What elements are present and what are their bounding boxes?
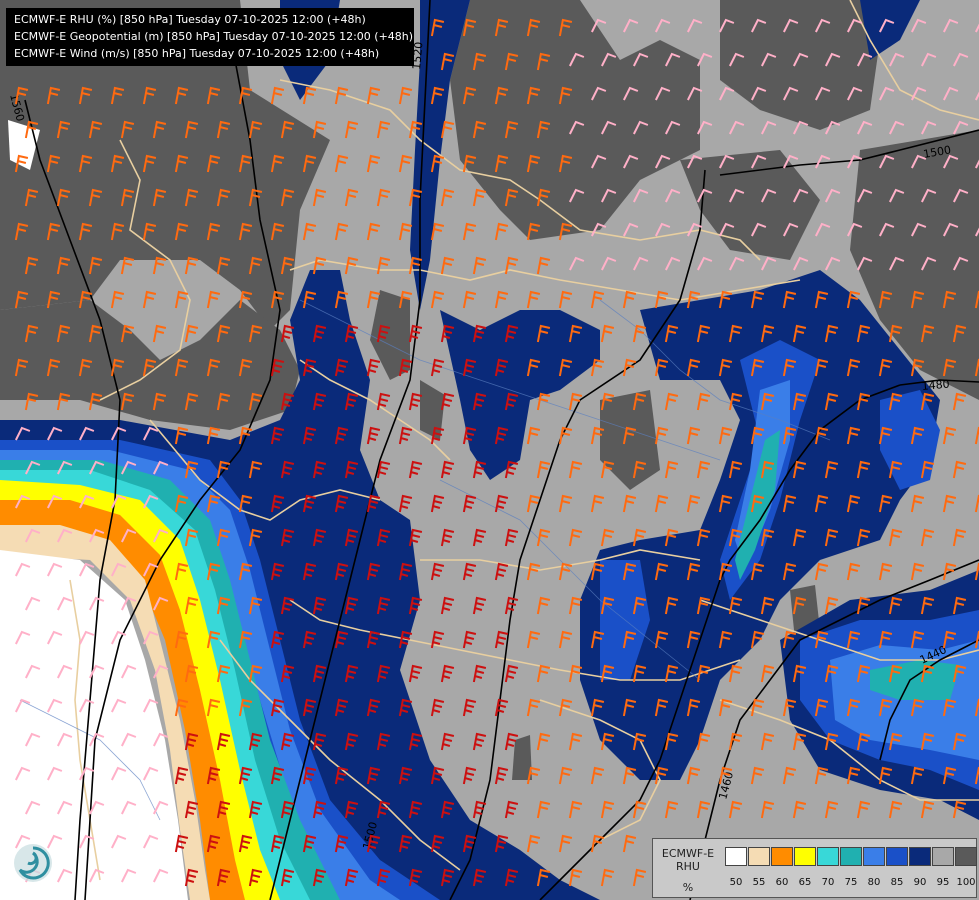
legend-swatch <box>932 847 954 866</box>
rhu-legend: ECMWF-E RHU % 50 55 60 65 70 75 80 85 90 95 100 <box>652 838 977 898</box>
legend-tick-label: 100 <box>956 877 976 888</box>
legend-swatch <box>748 847 770 866</box>
legend-tick-label: 65 <box>798 877 812 888</box>
legend-swatch <box>725 847 747 866</box>
legend-tick-label: 50 <box>729 877 743 888</box>
legend-title: ECMWF-E RHU <box>655 847 721 873</box>
legend-tick-label: 55 <box>752 877 766 888</box>
logo-icon <box>12 842 54 884</box>
legend-tick-label: 80 <box>867 877 881 888</box>
title-line-rhu: ECMWF-E RHU (%) [850 hPa] Tuesday 07-10-… <box>14 13 366 26</box>
weather-map: 1560 1520 1500 1480 1440 1460 1500 <box>0 0 979 900</box>
map-title-box: ECMWF-E RHU (%) [850 hPa] Tuesday 07-10-… <box>6 8 414 66</box>
legend-swatch <box>794 847 816 866</box>
legend-swatches <box>725 847 978 866</box>
legend-swatch <box>886 847 908 866</box>
legend-tick-label: 90 <box>913 877 927 888</box>
legend-tick-label: 95 <box>936 877 950 888</box>
legend-swatch <box>863 847 885 866</box>
title-line-geopotential: ECMWF-E Geopotential (m) [850 hPa] Tuesd… <box>14 30 414 43</box>
legend-ticks: 50 55 60 65 70 75 80 85 90 95 100 <box>725 877 976 891</box>
legend-swatch <box>817 847 839 866</box>
legend-tick-label: 85 <box>890 877 904 888</box>
title-line-wind: ECMWF-E Wind (m/s) [850 hPa] Tuesday 07-… <box>14 47 380 60</box>
legend-swatch <box>840 847 862 866</box>
legend-variable: RHU <box>676 860 700 873</box>
legend-swatch <box>771 847 793 866</box>
legend-unit: % <box>682 881 694 894</box>
legend-tick-label: 75 <box>844 877 858 888</box>
legend-swatch <box>955 847 977 866</box>
legend-swatch <box>909 847 931 866</box>
contour-label: 1480 <box>921 378 950 393</box>
legend-tick-label: 70 <box>821 877 835 888</box>
legend-model: ECMWF-E <box>661 847 715 860</box>
legend-tick-label: 60 <box>775 877 789 888</box>
